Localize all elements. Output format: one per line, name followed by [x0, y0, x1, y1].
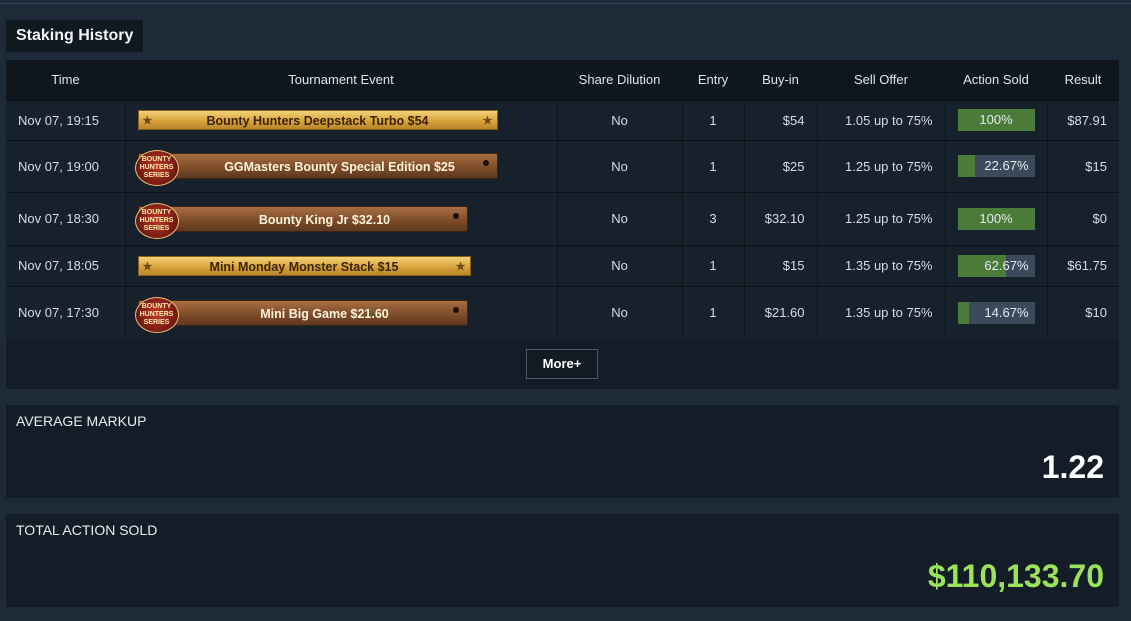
cell-buy-in: $32.10	[744, 192, 818, 245]
table-row[interactable]: Nov 07, 19:15 ★ Bounty Hunters Deepstack…	[6, 100, 1119, 140]
average-markup-label: AVERAGE MARKUP	[16, 413, 147, 429]
cell-time: Nov 07, 19:00	[6, 140, 126, 192]
action-sold-percent: 100%	[979, 112, 1013, 127]
cell-result: $61.75	[1067, 258, 1107, 273]
action-sold-percent: 14.67%	[984, 304, 1029, 320]
total-action-sold-label: TOTAL ACTION SOLD	[16, 522, 158, 538]
col-entry: Entry	[697, 72, 729, 88]
cell-event: BOUNTY HUNTERS SERIES Mini Big Game $21.…	[125, 286, 558, 339]
cell-action-sold: 100%	[945, 100, 1048, 140]
nail-icon	[452, 306, 459, 313]
action-sold-bar: 14.67%	[957, 301, 1035, 324]
col-result: Result	[1064, 72, 1102, 88]
total-action-sold-value: $110,133.70	[927, 558, 1104, 594]
nail-icon	[452, 212, 459, 219]
table-row[interactable]: Nov 07, 18:05 ★ Mini Monday Monster Stac…	[6, 245, 1119, 286]
nail-icon	[482, 160, 489, 166]
cell-sell-offer: 1.35 up to 75%	[817, 245, 946, 286]
event-banner[interactable]: ★ Mini Monday Monster Stack $15 ★	[137, 255, 471, 276]
cell-entry: 1	[682, 100, 745, 140]
cell-buy-in: $15	[744, 245, 818, 286]
cell-time: Nov 07, 18:30	[6, 192, 126, 245]
action-sold-bar: 62.67%	[957, 254, 1035, 277]
page-title: Staking History	[6, 20, 144, 52]
event-name: Mini Big Game $21.60	[260, 306, 389, 321]
bounty-hunters-logo-icon: BOUNTY HUNTERS SERIES	[134, 202, 179, 239]
cell-buy-in: $21.60	[744, 286, 818, 339]
cell-result: $10	[1085, 305, 1107, 321]
col-tournament-event: Tournament Event	[288, 72, 394, 88]
action-sold-bar: 100%	[957, 207, 1035, 230]
table-row[interactable]: Nov 07, 17:30 BOUNTY HUNTERS SERIES Mini…	[6, 286, 1119, 339]
cell-sell-offer: 1.25 up to 75%	[817, 140, 946, 192]
cell-action-sold: 22.67%	[945, 140, 1048, 192]
action-sold-percent: 100%	[979, 210, 1013, 226]
cell-entry: 1	[682, 140, 745, 192]
action-sold-fill	[957, 155, 975, 177]
total-action-sold-box: TOTAL ACTION SOLD $110,133.70	[6, 514, 1119, 607]
cell-event: ★ Mini Monday Monster Stack $15 ★	[125, 245, 558, 286]
cell-event: ★ Bounty Hunters Deepstack Turbo $54 ★	[125, 100, 558, 140]
cell-share-dilution: No	[557, 100, 683, 140]
cell-event: BOUNTY HUNTERS SERIES Bounty King Jr $32…	[125, 192, 558, 245]
cell-action-sold: 100%	[945, 192, 1048, 245]
cell-share-dilution: No	[557, 140, 683, 192]
action-sold-fill	[957, 301, 969, 324]
event-banner[interactable]: BOUNTY HUNTERS SERIES GGMasters Bounty S…	[134, 150, 498, 186]
star-icon: ★	[455, 260, 466, 273]
table-row[interactable]: Nov 07, 19:00 BOUNTY HUNTERS SERIES GGMa…	[6, 140, 1119, 192]
cell-result: $87.91	[1067, 112, 1107, 128]
cell-sell-offer: 1.05 up to 75%	[817, 100, 946, 140]
cell-time: Nov 07, 19:15	[6, 100, 126, 140]
cell-buy-in: $25	[744, 140, 818, 192]
cell-action-sold: 14.67%	[945, 286, 1048, 339]
star-icon: ★	[142, 115, 153, 127]
action-sold-percent: 62.67%	[984, 257, 1029, 273]
table-row[interactable]: Nov 07, 18:30 BOUNTY HUNTERS SERIES Boun…	[6, 192, 1119, 245]
cell-share-dilution: No	[557, 286, 683, 339]
col-share-dilution: Share Dilution	[578, 72, 661, 88]
staking-history-panel: Time Tournament Event Share Dilution Ent…	[6, 60, 1119, 389]
cell-sell-offer: 1.25 up to 75%	[817, 192, 946, 245]
star-icon: ★	[482, 115, 493, 127]
event-name: Mini Monday Monster Stack $15	[209, 259, 399, 274]
cell-action-sold: 62.67%	[945, 245, 1048, 286]
col-sell-offer: Sell Offer	[854, 72, 908, 88]
staking-table: Time Tournament Event Share Dilution Ent…	[6, 60, 1119, 339]
average-markup-box: AVERAGE MARKUP 1.22	[6, 405, 1119, 498]
event-name: Bounty King Jr $32.10	[258, 212, 391, 227]
cell-time: Nov 07, 18:05	[6, 245, 126, 286]
event-name: Bounty Hunters Deepstack Turbo $54	[206, 114, 429, 128]
cell-entry: 1	[682, 286, 745, 339]
event-banner[interactable]: BOUNTY HUNTERS SERIES Bounty King Jr $32…	[134, 202, 468, 239]
event-name: GGMasters Bounty Special Edition $25	[224, 160, 455, 174]
event-banner[interactable]: BOUNTY HUNTERS SERIES Mini Big Game $21.…	[134, 296, 468, 333]
cell-entry: 3	[682, 192, 745, 245]
table-header: Time Tournament Event Share Dilution Ent…	[6, 60, 1119, 100]
event-banner[interactable]: ★ Bounty Hunters Deepstack Turbo $54 ★	[137, 110, 498, 130]
average-markup-value: 1.22	[1041, 449, 1104, 485]
cell-result: $0	[1092, 211, 1107, 226]
bounty-hunters-logo-icon: BOUNTY HUNTERS SERIES	[134, 150, 179, 186]
cell-time: Nov 07, 17:30	[6, 286, 126, 339]
cell-sell-offer: 1.35 up to 75%	[817, 286, 946, 339]
bounty-hunters-logo-icon: BOUNTY HUNTERS SERIES	[134, 296, 179, 333]
cell-buy-in: $54	[744, 100, 818, 140]
cell-event: BOUNTY HUNTERS SERIES GGMasters Bounty S…	[125, 140, 558, 192]
star-icon: ★	[142, 260, 153, 273]
col-buy-in: Buy-in	[762, 72, 799, 88]
cell-entry: 1	[682, 245, 745, 286]
cell-share-dilution: No	[557, 245, 683, 286]
cell-result: $15	[1085, 158, 1107, 174]
action-sold-percent: 22.67%	[984, 158, 1029, 173]
cell-share-dilution: No	[557, 192, 683, 245]
more-button[interactable]: More+	[526, 349, 598, 379]
action-sold-bar: 100%	[957, 109, 1035, 131]
top-divider	[0, 3, 1131, 4]
col-time: Time	[51, 72, 80, 88]
col-action-sold: Action Sold	[963, 72, 1029, 88]
action-sold-bar: 22.67%	[957, 155, 1035, 177]
